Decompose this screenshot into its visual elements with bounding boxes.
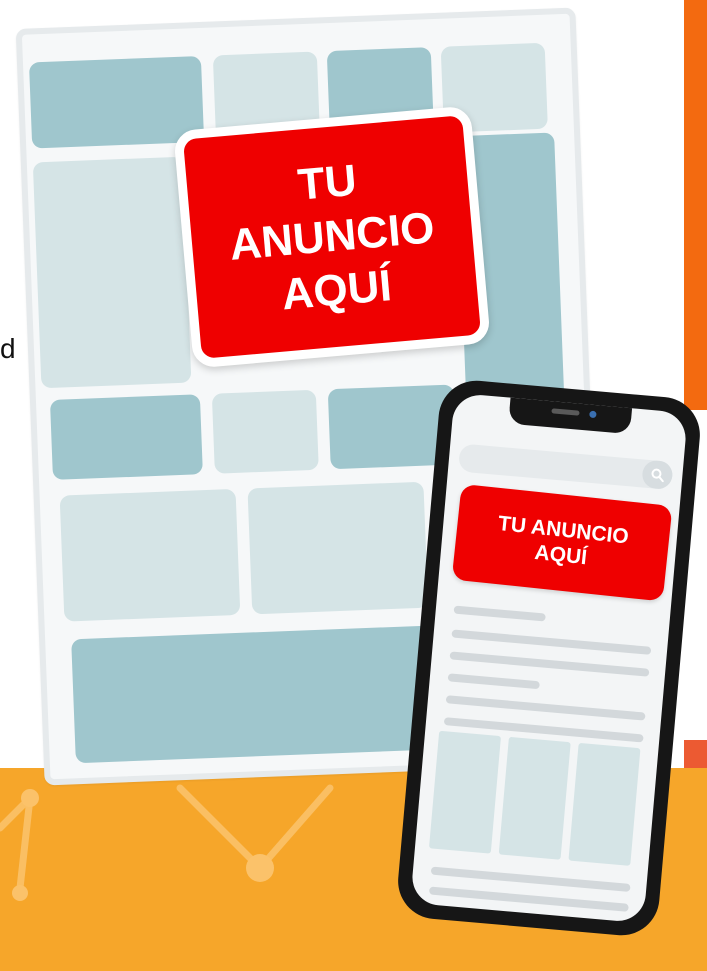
wireframe-block [211, 389, 319, 474]
content-column [568, 742, 641, 866]
ad-placeholder-text: TU ANUNCIO AQUÍ [497, 511, 630, 570]
wireframe-block [32, 156, 192, 389]
text-line [453, 605, 546, 622]
content-column [498, 736, 571, 860]
content-column [428, 730, 502, 854]
text-line [447, 673, 540, 690]
wireframe-block [49, 394, 203, 480]
ad-placeholder-large: TU ANUNCIO AQUÍ [173, 105, 491, 369]
cropped-text-fragment: d [0, 333, 16, 364]
text-line [451, 629, 652, 655]
text-line [445, 695, 646, 721]
ad-placeholder-small: TU ANUNCIO AQUÍ [451, 483, 673, 602]
orange-accent-bar [684, 0, 707, 410]
text-line [430, 866, 631, 892]
speaker-icon [551, 408, 580, 416]
wireframe-block [28, 55, 205, 149]
wireframe-block [247, 481, 429, 615]
camera-icon [589, 410, 597, 419]
wireframe-block [59, 488, 241, 622]
search-icon[interactable] [641, 459, 674, 491]
text-line [449, 651, 650, 677]
ad-placeholder-text: TU ANUNCIO AQUÍ [227, 155, 437, 320]
phone-mockup: TU ANUNCIO AQUÍ [394, 377, 704, 939]
phone-screen: TU ANUNCIO AQUÍ [410, 392, 688, 924]
ad-space-promo: TU ANUNCIO AQUÍ TU ANUNCIO AQUÍ d [0, 0, 707, 971]
search-bar[interactable] [457, 443, 674, 491]
